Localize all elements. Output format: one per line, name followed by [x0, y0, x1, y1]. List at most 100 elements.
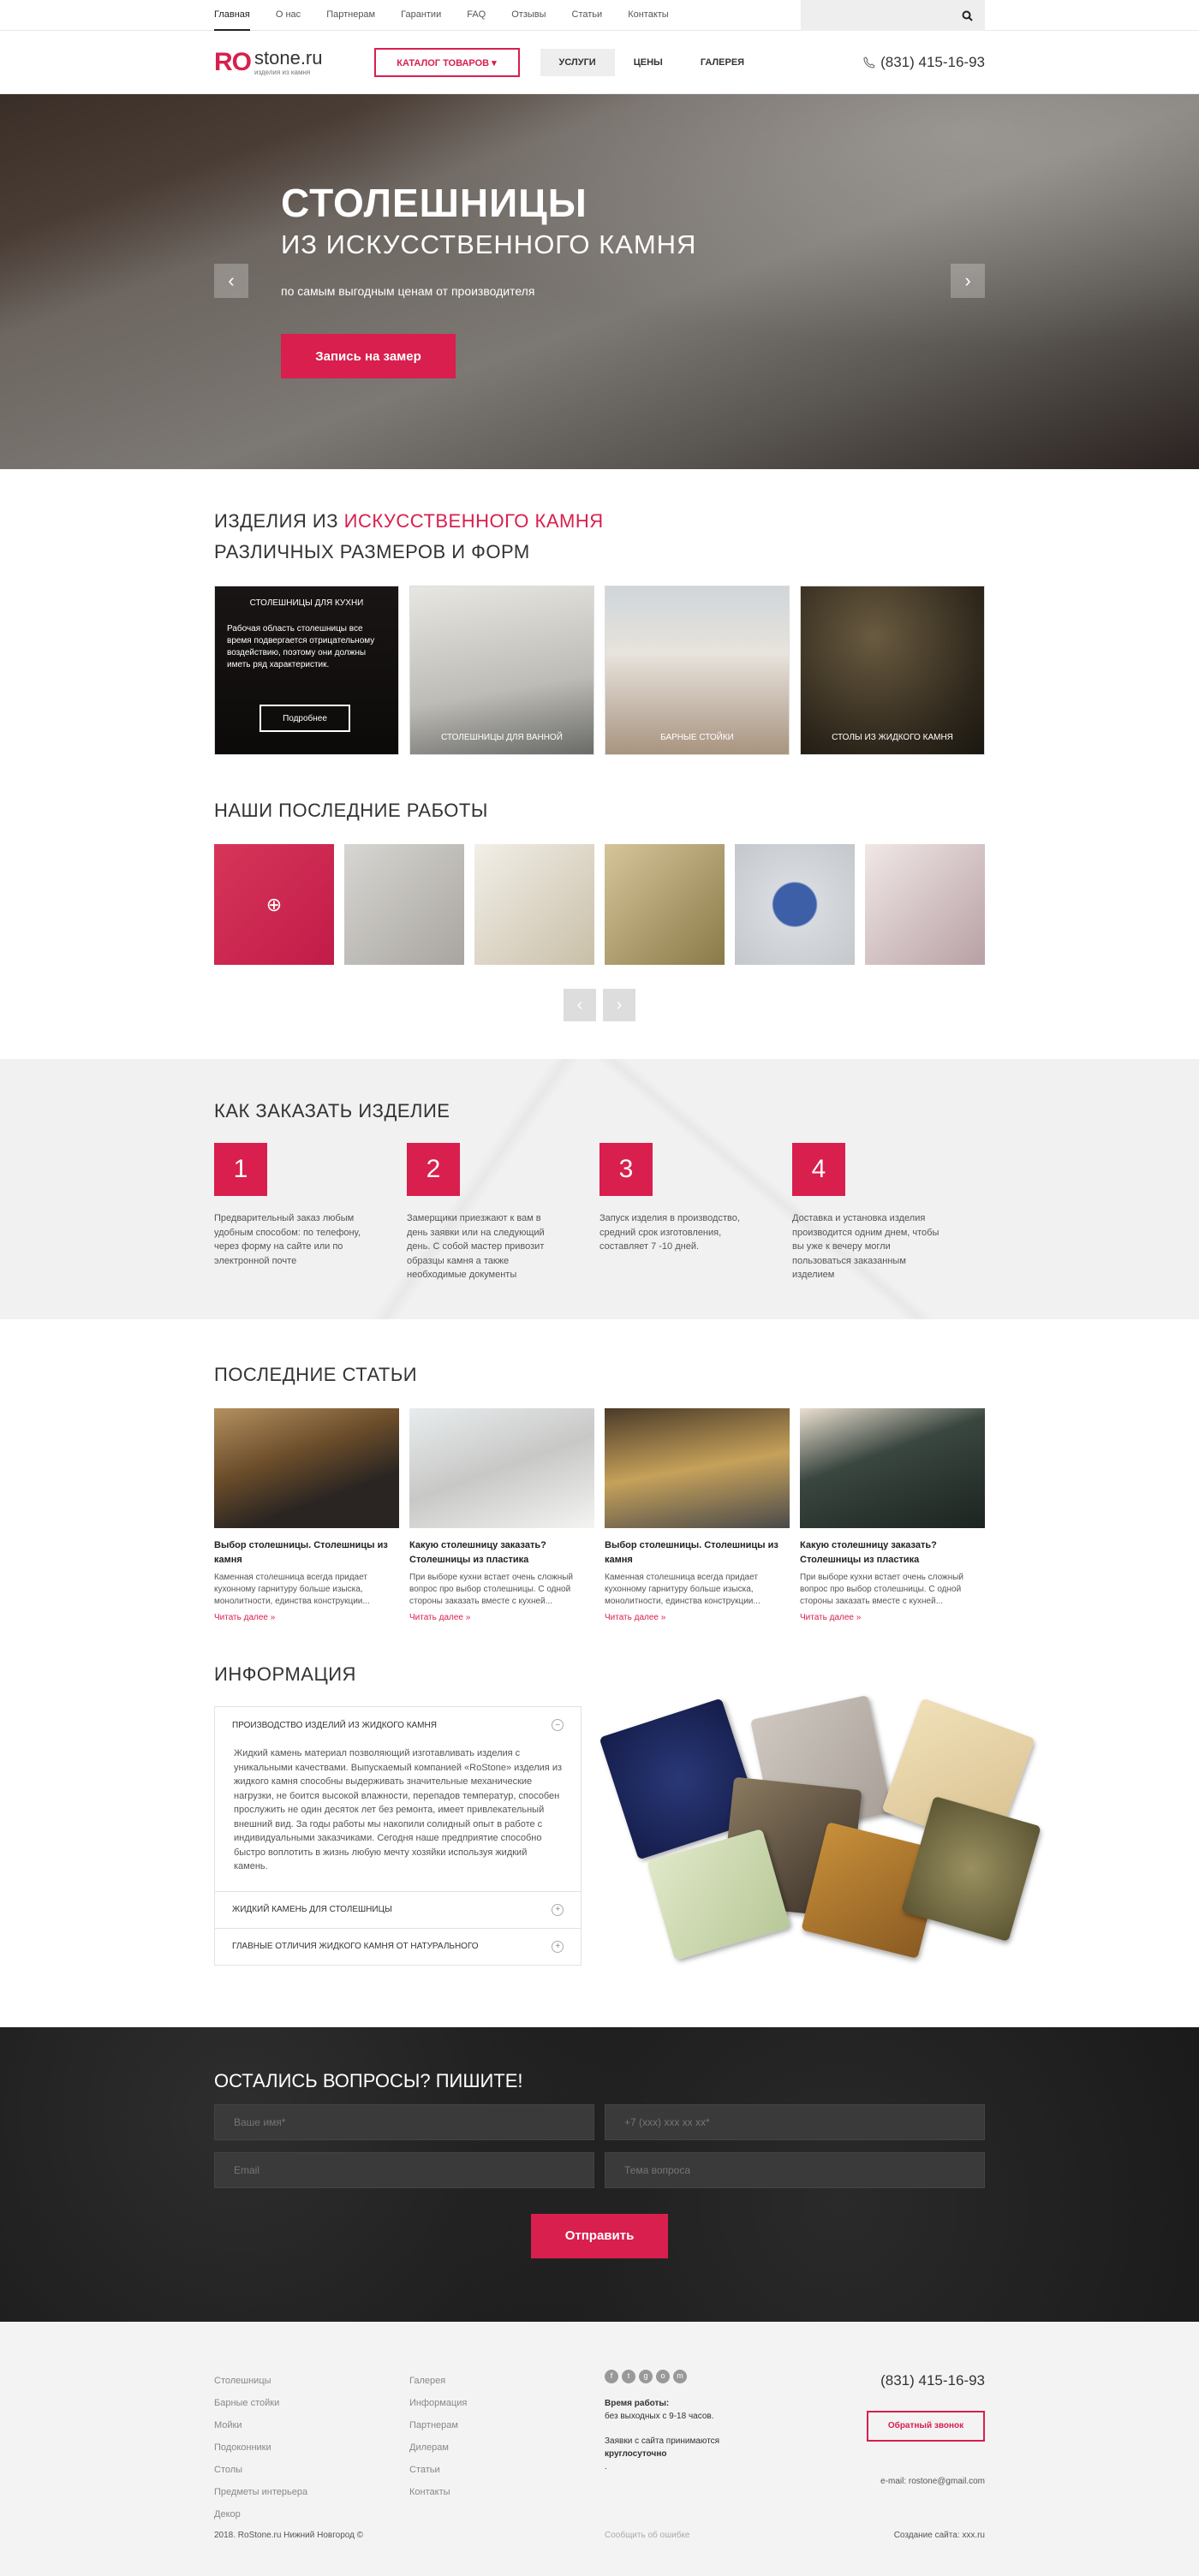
order-step: 3 Запуск изделия в производство, средний…: [600, 1143, 792, 1282]
email-field[interactable]: [214, 2151, 594, 2188]
nav-gallery[interactable]: Галерея: [682, 49, 763, 76]
article-image[interactable]: [409, 1408, 594, 1528]
callback-button[interactable]: Обратный звонок: [867, 2410, 985, 2442]
topnav-articles[interactable]: Статьи: [572, 0, 603, 31]
google-plus-icon[interactable]: g: [639, 2369, 653, 2383]
read-more-link[interactable]: Читать далее »: [800, 1613, 985, 1622]
search-icon[interactable]: [962, 10, 973, 21]
card-label: Столешницы для кухни: [249, 598, 364, 608]
article-excerpt: Каменная столешница всегда придает кухон…: [214, 1573, 370, 1606]
hero-prev-arrow[interactable]: ‹: [214, 264, 248, 298]
product-card-liquid-stone[interactable]: Столы из жидкого камня: [800, 586, 985, 755]
footer-link[interactable]: Мойки: [214, 2414, 409, 2436]
products-title: Изделия из искусственного камня: [214, 510, 604, 532]
order-step: 2 Замерщики приезжают к вам в день заявк…: [407, 1143, 600, 1282]
hero-subtitle: ИЗ ИСКУССТВЕННОГО КАМНЯ: [281, 229, 697, 259]
article-title[interactable]: Какую столешницу заказать? Столешницы из…: [800, 1538, 985, 1567]
article-image[interactable]: [605, 1408, 790, 1528]
topic-field[interactable]: [605, 2151, 985, 2188]
work-thumb[interactable]: [735, 844, 855, 965]
works-prev-arrow[interactable]: ‹: [564, 989, 596, 1021]
works-title: Наши последние работы: [214, 800, 488, 821]
footer-link[interactable]: Подоконники: [214, 2436, 409, 2459]
more-button[interactable]: Подробнее: [259, 705, 350, 732]
footer-hours: f t g o m Время работы: без выходных с 9…: [605, 2369, 800, 2576]
article-card: Выбор столешницы. Столешницы из камня Ка…: [214, 1408, 399, 1622]
product-card-bathroom[interactable]: Столешницы для ванной: [409, 586, 594, 755]
footer-link[interactable]: Барные стойки: [214, 2392, 409, 2414]
accordion-item: Производство изделий из жидкого камня − …: [215, 1707, 582, 1892]
footer-link[interactable]: Столешницы: [214, 2370, 409, 2392]
name-field[interactable]: [214, 2103, 594, 2140]
article-title[interactable]: Какую столешницу заказать? Столешницы из…: [409, 1538, 594, 1567]
send-button[interactable]: Отправить: [531, 2213, 668, 2258]
product-card-bar[interactable]: Барные стойки: [605, 586, 790, 755]
work-thumb[interactable]: [605, 844, 725, 965]
hero-next-arrow[interactable]: ›: [951, 264, 985, 298]
phone-field[interactable]: [605, 2103, 985, 2140]
product-card-kitchen[interactable]: Столешницы для кухни Рабочая область сто…: [214, 586, 399, 755]
footer-link[interactable]: Дилерам: [409, 2436, 605, 2459]
read-more-link[interactable]: Читать далее »: [605, 1613, 790, 1622]
footer-email[interactable]: e-mail: rostone@gmail.com: [848, 2471, 985, 2493]
mail-icon[interactable]: m: [673, 2369, 687, 2383]
facebook-icon[interactable]: f: [605, 2369, 618, 2383]
site-logo[interactable]: RO stone.ru изделия из камня: [214, 48, 323, 77]
article-title[interactable]: Выбор столешницы. Столешницы из камня: [214, 1538, 399, 1567]
footer-link[interactable]: Информация: [409, 2392, 605, 2414]
article-image[interactable]: [800, 1408, 985, 1528]
footer-link[interactable]: Партнерам: [409, 2414, 605, 2436]
read-more-link[interactable]: Читать далее »: [214, 1613, 399, 1622]
article-image[interactable]: [214, 1408, 399, 1528]
work-thumb[interactable]: [344, 844, 464, 965]
hero-text: по самым выгодным ценам от производителя: [281, 284, 535, 298]
nav-services[interactable]: Услуги: [540, 49, 615, 76]
accordion-header[interactable]: Производство изделий из жидкого камня −: [215, 1707, 581, 1743]
book-measurement-button[interactable]: Запись на замер: [281, 334, 456, 378]
topnav-about[interactable]: О нас: [276, 0, 301, 31]
catalog-button[interactable]: Каталог товаров ▾: [373, 48, 520, 77]
footer-link[interactable]: Контакты: [409, 2481, 605, 2503]
nav-prices[interactable]: Цены: [615, 49, 682, 76]
card-label: Столешницы для ванной: [441, 733, 563, 742]
top-bar: Главная О нас Партнерам Гарантии FAQ Отз…: [0, 0, 1199, 31]
footer-phone[interactable]: (831) 415-16-93: [848, 2370, 985, 2392]
read-more-link[interactable]: Читать далее »: [409, 1613, 594, 1622]
footer-link[interactable]: Столы: [214, 2459, 409, 2481]
developer-credit[interactable]: Создание сайта: xxx.ru: [894, 2531, 985, 2540]
accordion-header[interactable]: Главные отличия жидкого камня от натурал…: [215, 1929, 581, 1965]
report-error-link[interactable]: Сообщить об ошибке: [605, 2531, 689, 2540]
work-thumb[interactable]: [474, 844, 594, 965]
topnav-faq[interactable]: FAQ: [467, 0, 486, 31]
expand-icon: +: [552, 1903, 564, 1916]
work-thumb[interactable]: [865, 844, 985, 965]
topnav-partners[interactable]: Партнерам: [326, 0, 375, 31]
footer-link[interactable]: Декор: [214, 2503, 409, 2525]
topnav-contacts[interactable]: Контакты: [628, 0, 669, 31]
work-thumb[interactable]: ⊕: [214, 844, 334, 965]
topnav-guarantees[interactable]: Гарантии: [401, 0, 441, 31]
works-next-arrow[interactable]: ›: [603, 989, 635, 1021]
hours-text: без выходных с 9-18 часов.: [605, 2411, 714, 2421]
footer-link[interactable]: Галерея: [409, 2370, 605, 2392]
accordion-header[interactable]: Жидкий камень для столешницы +: [215, 1892, 581, 1928]
order-steps-section: Как заказать изделие 1 Предварительный з…: [0, 1059, 1199, 1319]
step-number: 1: [214, 1143, 267, 1196]
zoom-icon: ⊕: [265, 893, 283, 915]
order-step: 1 Предварительный заказ любым удобным сп…: [214, 1143, 407, 1282]
articles-section: Последние статьи Выбор столешницы. Столе…: [214, 1319, 1042, 1966]
footer-link[interactable]: Предметы интерьера: [214, 2481, 409, 2503]
header-phone[interactable]: (831) 415-16-93: [863, 54, 985, 71]
topnav-home[interactable]: Главная: [214, 0, 250, 31]
header-nav: Услуги Цены Галерея: [540, 49, 764, 76]
twitter-icon[interactable]: t: [622, 2369, 635, 2383]
article-card: Какую столешницу заказать? Столешницы из…: [409, 1408, 594, 1622]
collapse-icon: −: [552, 1719, 564, 1731]
article-title[interactable]: Выбор столешницы. Столешницы из камня: [605, 1538, 790, 1567]
topnav-reviews[interactable]: Отзывы: [511, 0, 546, 31]
search-input[interactable]: [816, 3, 962, 28]
odnoklassniki-icon[interactable]: o: [656, 2369, 670, 2383]
article-excerpt: Каменная столешница всегда придает кухон…: [605, 1573, 761, 1606]
phone-icon: [863, 57, 875, 68]
footer-link[interactable]: Статьи: [409, 2459, 605, 2481]
